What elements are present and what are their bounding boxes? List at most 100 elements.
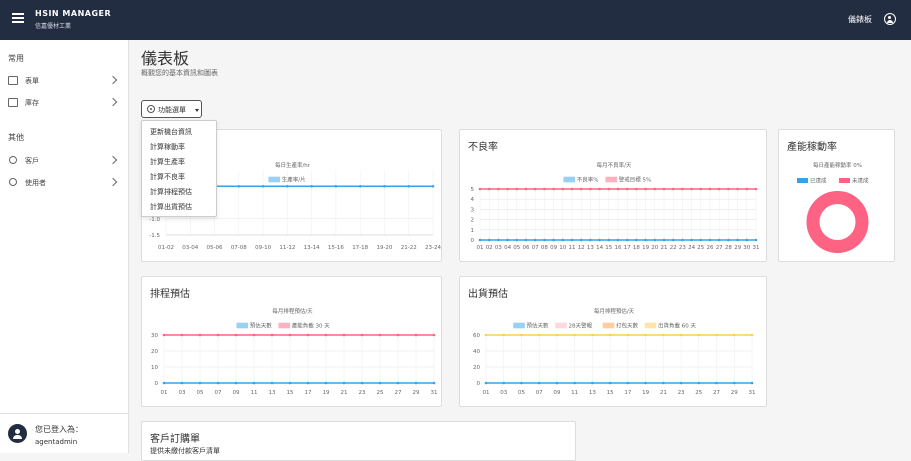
data-point (635, 187, 638, 191)
inventory-box-icon (8, 98, 18, 107)
page-subtitle: 概觀您的基本資訊和圖表 (141, 69, 218, 77)
data-point (180, 381, 184, 385)
avatar[interactable] (8, 424, 27, 443)
caret-down-icon (195, 109, 199, 112)
x-tick-label: 28 (725, 245, 732, 251)
data-point (598, 238, 601, 242)
legend-swatch (605, 176, 618, 183)
x-tick-label: 15 (607, 390, 614, 396)
data-point (679, 333, 683, 337)
x-tick-label: 15-16 (328, 245, 344, 251)
sidebar-item-label: 庫存 (25, 99, 39, 107)
x-tick-label: 04 (504, 245, 511, 251)
y-tick-label: 4 (471, 197, 475, 203)
x-tick-label: 13 (589, 390, 596, 396)
data-point (745, 238, 749, 242)
x-tick-label: 06 (523, 245, 530, 251)
x-tick-label: 19 (642, 390, 649, 396)
schedule-forecast-card: 排程預估 每月排程預估/天 預估天數 產能負載 30 天 0 10 20 30 01 03 05 0… (141, 276, 442, 407)
x-tick-label: 29 (413, 390, 420, 396)
x-tick-label: 21 (661, 245, 668, 251)
data-point (697, 381, 701, 385)
x-tick-label: 26 (707, 245, 714, 251)
data-point (625, 238, 629, 242)
menu-icon[interactable] (12, 13, 24, 25)
legend-swatch (236, 322, 249, 329)
x-tick-label: 01 (161, 390, 168, 396)
x-tick-label: 23 (679, 245, 686, 251)
data-point (524, 187, 528, 191)
x-tick-label: 18 (633, 245, 640, 251)
data-point (555, 333, 559, 337)
menu-item-calc-schedule[interactable]: 計算排程預估 (150, 187, 192, 197)
data-point (579, 238, 583, 242)
data-point (607, 238, 611, 242)
section-title-other: 其他 (8, 133, 24, 142)
data-point (342, 381, 346, 385)
data-point (342, 333, 346, 337)
data-point (750, 333, 754, 337)
x-tick-label: 29 (731, 390, 738, 396)
data-point (608, 333, 612, 337)
data-point (216, 381, 220, 385)
chevron-right-icon (108, 97, 118, 107)
function-menu-label: 功能選單 (158, 106, 186, 114)
menu-item-update-machine[interactable]: 更新機台資訊 (150, 127, 192, 137)
sidebar-item-users[interactable]: 使用者 (0, 176, 128, 190)
data-point (754, 238, 758, 242)
data-point (608, 381, 612, 385)
defect-rate-card: 不良率 每月不良率/天 不良率% 警戒目標 5% 0 1 2 3 4 5 01 02 03 04 05 06… (459, 129, 767, 262)
sidebar: 常用 表單 庫存 其他 客戶 使用者 您已登入為： agentadmin (0, 40, 129, 453)
sidebar-item-label: 表單 (25, 77, 39, 85)
data-point (180, 333, 184, 337)
data-point (432, 333, 436, 337)
sidebar-item-customers[interactable]: 客戶 (0, 154, 128, 168)
function-menu-button[interactable]: 功能選單 (141, 100, 202, 118)
data-point (414, 381, 418, 385)
legend-swatch (644, 322, 657, 329)
x-tick-label: 27 (713, 390, 720, 396)
data-point (360, 333, 364, 337)
data-point (360, 381, 364, 385)
data-point (270, 333, 274, 337)
user-account-icon[interactable] (884, 13, 896, 25)
data-point (543, 238, 546, 242)
data-point (717, 238, 721, 242)
x-tick-label: 07 (532, 245, 539, 251)
chevron-right-icon (108, 155, 118, 165)
data-point (552, 187, 555, 191)
data-point (537, 381, 541, 385)
page-title: 儀表板 (141, 49, 190, 68)
y-tick-label: 0 (477, 381, 481, 387)
menu-item-calc-defect[interactable]: 計算不良率 (150, 172, 185, 182)
legend-swatch (278, 322, 291, 329)
menu-item-calc-shipping[interactable]: 計算出貨預估 (150, 202, 192, 212)
y-tick-label: 20 (473, 365, 480, 371)
x-tick-label: 30 (743, 245, 750, 251)
legend-label: 出貨負載 60 天 (658, 322, 696, 330)
data-point (543, 187, 546, 191)
sidebar-item-forms[interactable]: 表單 (0, 74, 128, 88)
x-tick-label: 27 (716, 245, 723, 251)
menu-item-calc-production[interactable]: 計算生產率 (150, 157, 185, 167)
sidebar-item-inventory[interactable]: 庫存 (0, 96, 128, 110)
data-point (555, 381, 559, 385)
x-tick-label: 21 (341, 390, 348, 396)
x-tick-label: 05 (513, 245, 520, 251)
customer-icon (9, 156, 17, 164)
x-tick-label: 13 (587, 245, 594, 251)
data-point (662, 187, 666, 191)
chart-subtitle: 每日產能稼動率 0% (813, 161, 862, 169)
x-tick-label: 27 (395, 390, 402, 396)
users-icon (9, 178, 17, 186)
brand[interactable]: HSIN MANAGER 信嘉優材工業 (35, 9, 111, 30)
data-point (162, 333, 166, 337)
data-point (502, 381, 506, 385)
data-point (396, 333, 400, 337)
y-tick-label: 40 (473, 349, 480, 355)
menu-item-calc-utilization[interactable]: 計算稼動率 (150, 142, 185, 152)
data-point (644, 238, 647, 242)
legend-swatch (555, 322, 567, 329)
dashboard-link[interactable]: 儀錶板 (848, 14, 872, 25)
x-tick-label: 12 (578, 245, 585, 251)
